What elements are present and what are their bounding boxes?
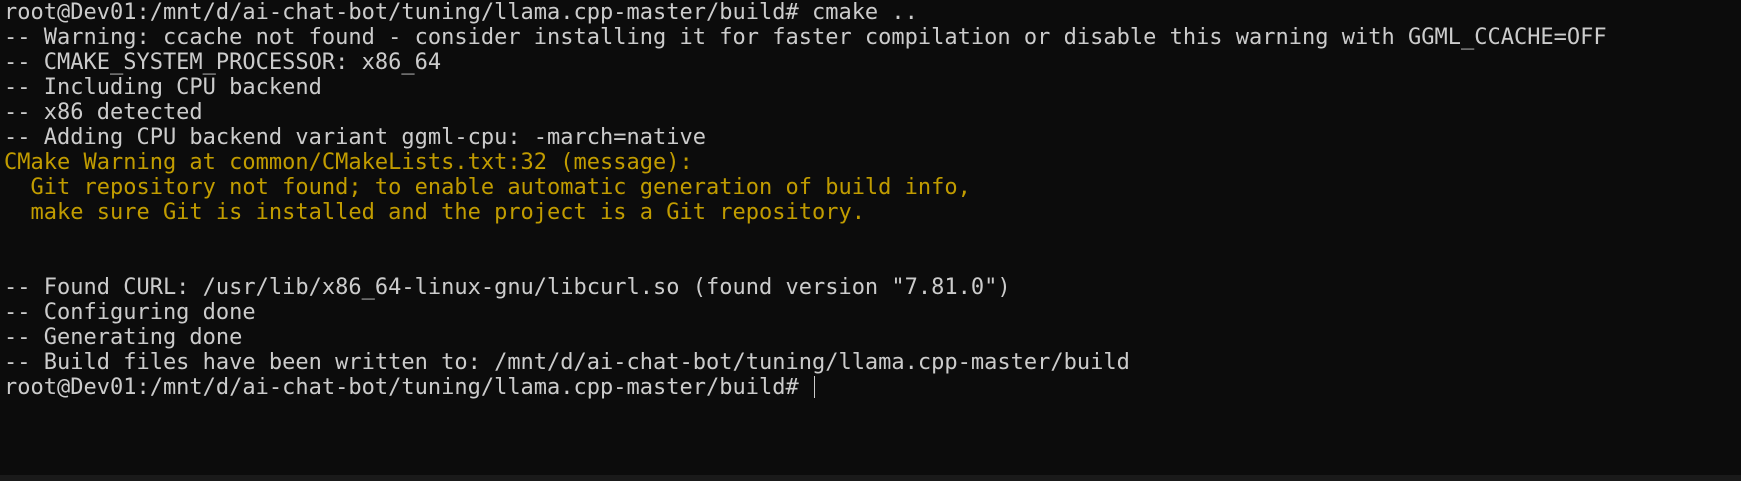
terminal-line-ccache-warning: -- Warning: ccache not found - consider … — [4, 25, 1607, 50]
terminal-line-system-processor: -- CMAKE_SYSTEM_PROCESSOR: x86_64 — [4, 50, 442, 75]
terminal-bottom-edge — [0, 475, 1741, 481]
terminal-line-including-cpu-backend: -- Including CPU backend — [4, 75, 322, 100]
terminal-line-prompt-command: root@Dev01:/mnt/d/ai-chat-bot/tuning/lla… — [4, 0, 918, 25]
prompt-text: root@Dev01:/mnt/d/ai-chat-bot/tuning/lla… — [4, 375, 812, 400]
terminal-line-build-files-written: -- Build files have been written to: /mn… — [4, 350, 1130, 375]
terminal-line-cmake-warning-body-1: Git repository not found; to enable auto… — [4, 175, 971, 200]
terminal-line-generating-done: -- Generating done — [4, 325, 243, 350]
terminal-window[interactable]: root@Dev01:/mnt/d/ai-chat-bot/tuning/lla… — [0, 0, 1741, 481]
terminal-line-cmake-warning-header: CMake Warning at common/CMakeLists.txt:3… — [4, 150, 693, 175]
terminal-line-configuring-done: -- Configuring done — [4, 300, 256, 325]
terminal-line-cmake-warning-body-2: make sure Git is installed and the proje… — [4, 200, 865, 225]
terminal-line-adding-cpu-variant: -- Adding CPU backend variant ggml-cpu: … — [4, 125, 706, 150]
text-cursor — [813, 376, 815, 398]
terminal-line-found-curl: -- Found CURL: /usr/lib/x86_64-linux-gnu… — [4, 275, 1011, 300]
terminal-line-current-prompt[interactable]: root@Dev01:/mnt/d/ai-chat-bot/tuning/lla… — [4, 375, 1741, 400]
terminal-line-x86-detected: -- x86 detected — [4, 100, 203, 125]
